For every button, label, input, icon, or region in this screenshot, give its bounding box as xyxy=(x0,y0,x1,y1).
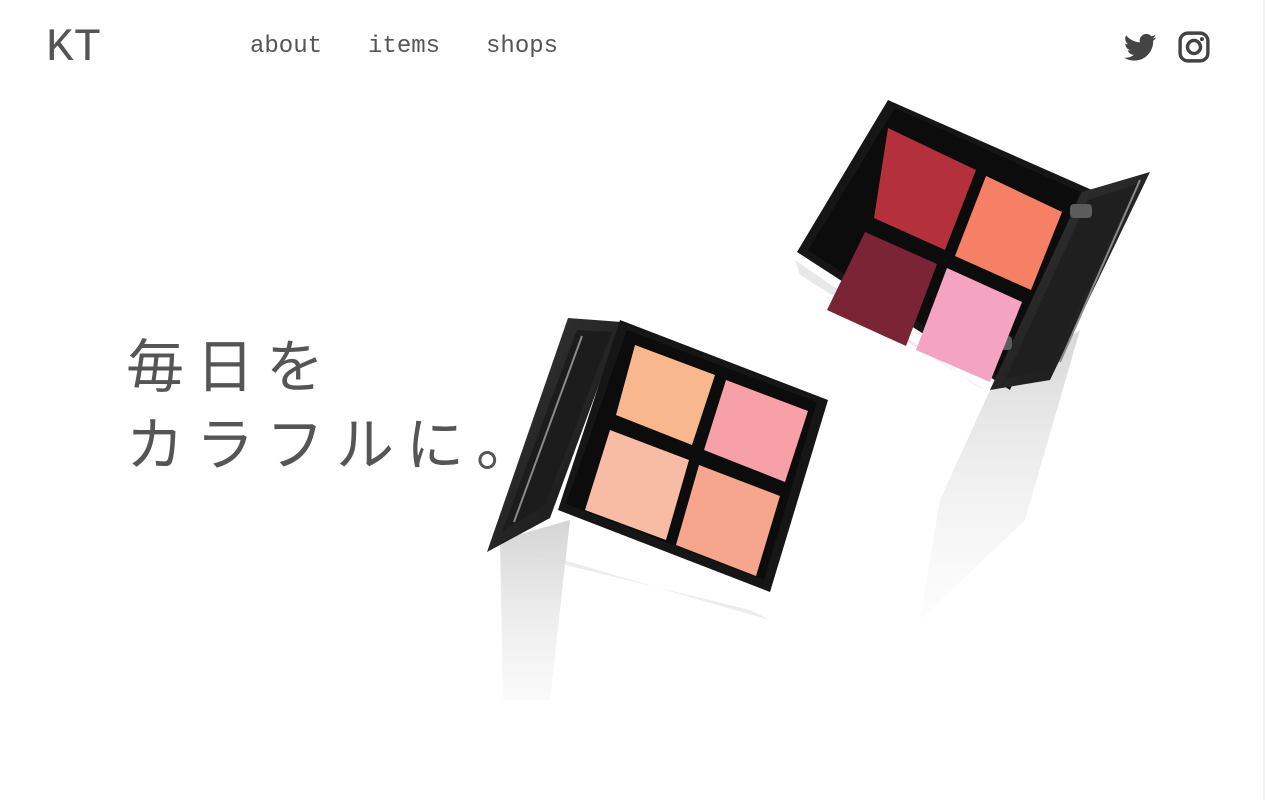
nav-link-shops[interactable]: shops xyxy=(486,34,558,60)
twitter-icon xyxy=(1123,33,1157,61)
site-logo[interactable]: KT xyxy=(46,22,101,74)
palette-hinge xyxy=(1070,204,1092,218)
nav-link-items[interactable]: items xyxy=(368,34,440,60)
nav-link-about[interactable]: about xyxy=(250,34,322,60)
palette-shadow xyxy=(500,520,570,700)
twitter-link[interactable] xyxy=(1123,30,1157,64)
instagram-icon xyxy=(1178,31,1210,63)
instagram-link[interactable] xyxy=(1177,30,1211,64)
page: KT about items shops 毎日を カラフルに。 xyxy=(0,0,1265,800)
hero-image-palettes xyxy=(487,100,1150,700)
main-nav: about items shops xyxy=(250,34,558,60)
social-links xyxy=(1123,30,1211,64)
